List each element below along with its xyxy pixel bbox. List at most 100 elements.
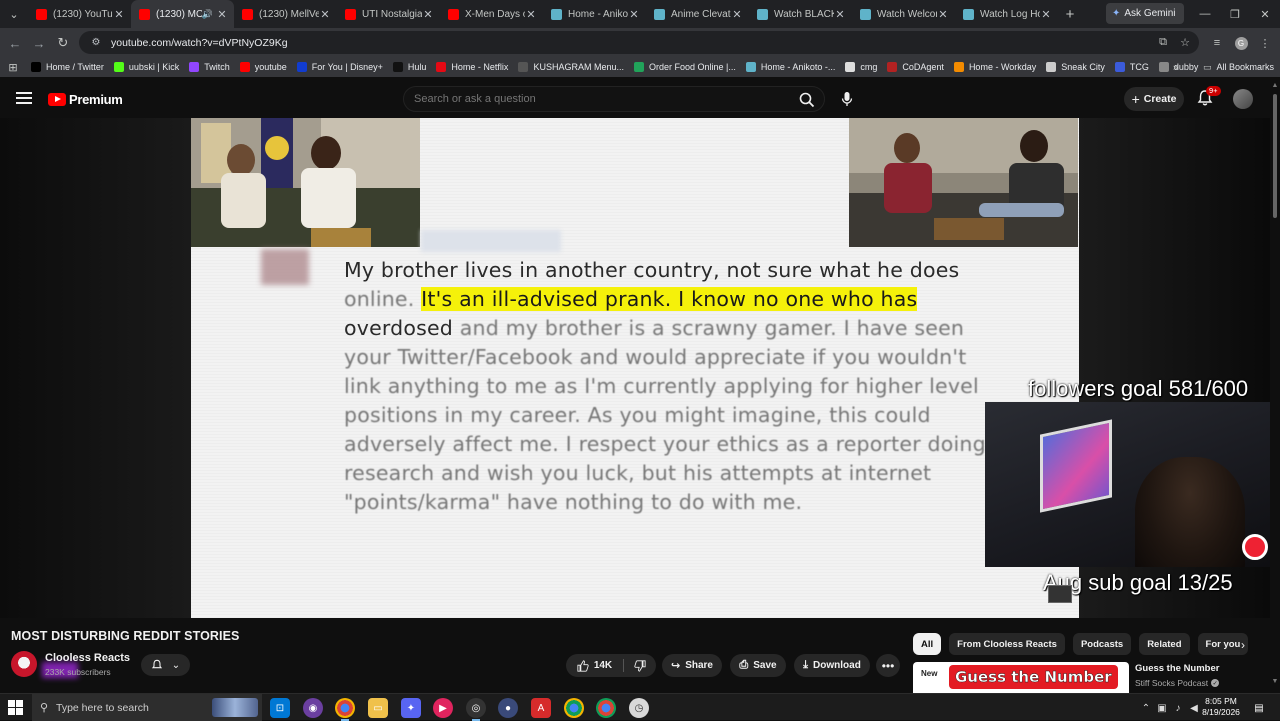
address-bar[interactable]: ⚙ youtube.com/watch?v=dVPtNyOZ9Kg ⧉ ☆ [79,31,1199,54]
tab-close-icon[interactable]: ✕ [216,8,228,21]
bookmark-item[interactable]: Home - Anikoto -... [741,57,841,77]
download-button[interactable]: ⤓ Download [794,654,870,677]
search-input[interactable] [414,93,774,105]
bookmark-item[interactable]: youtube [235,57,292,77]
bookmark-item[interactable]: Sneak City [1041,57,1110,77]
network-icon[interactable]: ▣ [1154,698,1170,718]
bookmark-item[interactable]: Hulu [388,57,432,77]
tab-close-icon[interactable]: ✕ [422,8,434,21]
scrollbar-thumb[interactable] [1273,94,1277,218]
tab-close-icon[interactable]: ✕ [834,8,846,21]
browser-tab[interactable]: Home - Anikoto✕ [543,0,646,28]
steam-app-icon[interactable]: ● [498,698,518,718]
recommended-video-title[interactable]: Guess the Number [1135,663,1219,674]
notification-center-icon[interactable]: ▤ [1250,698,1268,718]
tab-close-icon[interactable]: ✕ [937,8,949,21]
discord-app-icon[interactable]: ◉ [303,698,323,718]
media-player-icon[interactable]: ▶ [433,698,453,718]
browser-tab[interactable]: (1230) YouTube✕ [28,0,131,28]
tab-close-icon[interactable]: ✕ [525,8,537,21]
search-icon[interactable] [796,89,818,111]
share-button[interactable]: ↪ Share [662,654,722,677]
tab-close-icon[interactable]: ✕ [319,8,331,21]
filter-chip[interactable]: Related [1139,633,1190,655]
browser-tab[interactable]: Watch Log Hor ✕ [955,0,1058,28]
task-view-app-icon[interactable]: ⊡ [270,698,290,718]
chrome-profile-3-icon[interactable] [596,698,616,718]
bookmark-item[interactable]: TCG [1110,57,1154,77]
chrome-profile-2-icon[interactable] [564,698,584,718]
bookmark-item[interactable]: Order Food Online |... [629,57,741,77]
bookmark-item[interactable]: KUSHAGRAM Menu... [513,57,629,77]
scroll-down-arrow-icon[interactable]: ▼ [1271,678,1279,686]
more-actions-icon[interactable]: ••• [876,654,900,677]
cast-icon[interactable]: ⧉ [1153,31,1173,54]
chrome-app-icon[interactable] [335,698,355,721]
recommended-video-channel[interactable]: Stiff Socks Podcast ✓ [1135,678,1220,688]
bookmark-item[interactable]: cmg [840,57,882,77]
browser-tab[interactable]: Anime Clevated✕ [646,0,749,28]
video-frame[interactable]: My brother lives in another country, not… [191,118,1079,618]
bookmark-item[interactable]: For You | Disney+ [292,57,388,77]
apps-grid-icon[interactable]: ⊞ [0,57,26,77]
back-arrow-icon[interactable]: ← [5,33,25,53]
bookmark-item[interactable]: uubski | Kick [109,57,184,77]
filter-chip[interactable]: From Clooless Reacts [949,633,1065,655]
tab-search-icon[interactable]: ⌄ [0,0,28,28]
reading-list-icon[interactable]: ≡ [1207,33,1227,53]
microphone-tray-icon[interactable]: ♪ [1170,698,1186,718]
bookmark-item[interactable]: Home / Twitter [26,57,109,77]
file-explorer-icon[interactable]: ▭ [368,698,388,718]
taskbar-clock[interactable]: 8:05 PM 8/19/2026 [1198,696,1244,718]
video-player[interactable]: My brother lives in another country, not… [0,118,1270,618]
browser-tab[interactable]: (1230) MellVer ✕ [234,0,337,28]
browser-tab[interactable]: UTI Nostalgia P✕ [337,0,440,28]
tray-overflow-icon[interactable]: ⌃ [1138,698,1154,718]
minimize-window-button[interactable]: — [1190,0,1220,28]
tab-close-icon[interactable]: ✕ [731,8,743,21]
reload-icon[interactable]: ↻ [53,33,73,53]
profile-button[interactable]: G [1231,33,1251,53]
obs-app-icon[interactable]: ◎ [466,698,486,721]
microphone-icon[interactable] [836,86,858,112]
close-window-button[interactable]: ✕ [1250,0,1280,28]
recommended-video-thumbnail[interactable]: New Guess the Number [913,662,1129,694]
site-settings-icon[interactable]: ⚙ [85,37,107,48]
youtube-logo[interactable]: Premium [48,92,123,107]
chips-next-chevron-icon[interactable]: › [1234,636,1252,654]
windows-start-icon[interactable] [4,697,26,718]
new-tab-button[interactable]: + [1058,6,1082,23]
browser-tab[interactable]: Watch Welcom✕ [852,0,955,28]
more-bookmarks-chevron-icon[interactable]: » [1168,57,1183,77]
save-button[interactable]: ⎙ Save [730,654,786,677]
all-bookmarks-button[interactable]: ▭ All Bookmarks [1198,57,1279,77]
tab-close-icon[interactable]: ✕ [113,8,125,21]
dislike-button[interactable] [624,654,656,677]
browser-menu-icon[interactable]: ⋮ [1255,33,1275,53]
controller-app-icon[interactable]: ✦ [401,698,421,718]
bookmark-item[interactable]: CoDAgent [882,57,949,77]
channel-name[interactable]: Clooless Reacts [45,652,130,664]
scroll-up-arrow-icon[interactable]: ▲ [1271,82,1279,90]
like-button[interactable]: 14K [566,654,623,677]
browser-tab[interactable]: (1230) MOST🔊✕ [131,0,234,28]
restore-window-button[interactable]: ❐ [1220,0,1250,28]
notifications-button[interactable]: 9+ [1196,86,1221,109]
tab-close-icon[interactable]: ✕ [1040,8,1052,21]
ask-gemini-button[interactable]: ✦ Ask Gemini [1106,3,1184,24]
bookmark-item[interactable]: Home - Netflix [431,57,513,77]
tab-close-icon[interactable]: ✕ [628,8,640,21]
channel-avatar[interactable] [11,651,37,677]
filter-chip[interactable]: Podcasts [1072,633,1132,655]
subscribed-notifications-button[interactable]: ⌄ [141,654,190,676]
hamburger-menu-icon[interactable] [16,90,32,106]
account-avatar[interactable] [1233,89,1253,109]
adobe-app-icon[interactable]: A [531,698,551,718]
bookmark-star-icon[interactable]: ☆ [1175,31,1195,54]
bookmark-item[interactable]: Twitch [184,57,235,77]
browser-tab[interactable]: X-Men Days of ✕ [440,0,543,28]
filter-chip[interactable]: All [913,633,942,655]
url-text[interactable]: youtube.com/watch?v=dVPtNyOZ9Kg [111,37,288,49]
browser-tab[interactable]: Watch BLACK T✕ [749,0,852,28]
create-button[interactable]: + Create [1124,87,1184,111]
